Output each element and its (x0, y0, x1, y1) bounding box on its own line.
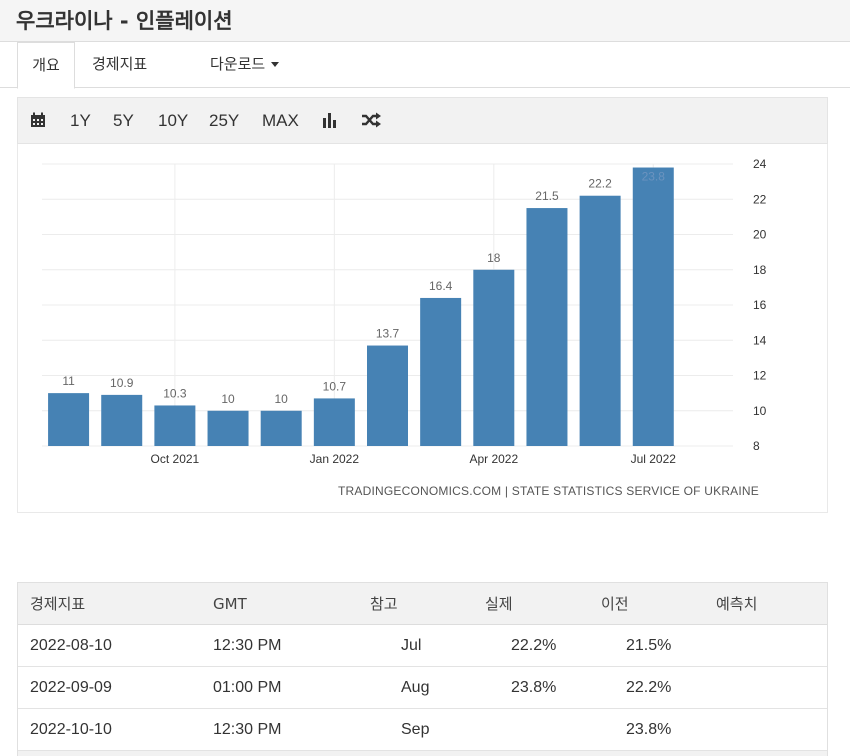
tab-label: 다운로드 (210, 55, 266, 73)
chart-source: TRADINGECONOMICS.COM | STATE STATISTICS … (338, 484, 759, 498)
table-header: 경제지표 GMT 참고 실제 이전 예측치 (18, 583, 827, 625)
row-time: 12:30 PM (213, 721, 282, 738)
row-actual: 22.2% (511, 637, 557, 654)
y-tick-label: 8 (753, 439, 760, 453)
chart-panel: 8 10 12 14 16 18 20 22 24 Oct 2021 Jan 2022 Apr 202… (17, 144, 828, 513)
chart-toolbar: 1Y 5Y 10Y 25Y MAX (17, 97, 828, 144)
range-1y-button[interactable]: 1Y (70, 98, 91, 143)
data-bar (207, 410, 249, 446)
caret-down-icon (271, 62, 280, 67)
x-tick-label: Oct 2021 (151, 452, 200, 466)
data-bar (632, 167, 674, 446)
row-date: 2022-09-09 (30, 679, 112, 696)
y-tick-label: 18 (753, 263, 767, 277)
row-time: 12:30 PM (213, 637, 282, 654)
row-reference: Jul (401, 637, 422, 654)
x-tick-label: Jul 2022 (631, 452, 677, 466)
data-bar (579, 195, 621, 446)
header-gmt: GMT (213, 595, 247, 613)
title-bar: 우크라이나 - 인플레이션 (0, 0, 850, 42)
data-label: 11 (62, 374, 75, 388)
page-title: 우크라이나 - 인플레이션 (16, 9, 233, 33)
data-bar (260, 410, 302, 446)
row-previous: 22.2% (626, 679, 672, 696)
header-actual: 실제 (485, 595, 513, 613)
tab-indicators[interactable]: 경제지표 (92, 42, 172, 88)
data-label: 10 (221, 392, 235, 406)
header-indicator: 경제지표 (30, 595, 86, 613)
tab-bar: 개요 경제지표 다운로드 (0, 42, 850, 89)
table-row: 2022-08-10 12:30 PM Jul 22.2% 21.5% (18, 625, 827, 667)
data-bar (367, 345, 408, 446)
y-tick-label: 24 (753, 157, 767, 171)
row-reference: Sep (401, 721, 430, 738)
data-label: 22.2 (588, 177, 612, 191)
header-previous: 이전 (601, 595, 629, 613)
tab-overview[interactable]: 개요 (17, 42, 75, 89)
row-actual: 23.8% (511, 679, 557, 696)
y-tick-label: 12 (753, 369, 767, 383)
range-max-button[interactable]: MAX (262, 98, 299, 143)
y-tick-label: 20 (753, 228, 767, 242)
header-reference: 참고 (370, 595, 398, 613)
data-label: 13.7 (376, 327, 400, 341)
data-bar (473, 269, 515, 446)
range-25y-button[interactable]: 25Y (209, 98, 239, 143)
tab-label: 경제지표 (92, 55, 148, 73)
y-tick-label: 22 (753, 192, 767, 206)
table-row: 2022-10-10 12:30 PM Sep 23.8% (18, 709, 827, 751)
data-label: 10.9 (110, 376, 134, 390)
row-date: 2022-10-10 (30, 721, 112, 738)
x-tick-label: Jan 2022 (310, 452, 360, 466)
row-date: 2022-08-10 (30, 637, 112, 654)
shuffle-icon[interactable] (361, 112, 381, 132)
row-previous: 23.8% (626, 721, 672, 738)
data-label: 23.8 (642, 170, 666, 184)
data-bar (526, 208, 568, 446)
data-label: 10.7 (323, 379, 347, 393)
row-previous: 21.5% (626, 637, 672, 654)
data-label: 10.3 (163, 386, 187, 400)
data-bar (154, 405, 196, 446)
tab-download[interactable]: 다운로드 (210, 42, 300, 88)
x-tick-label: Apr 2022 (469, 452, 518, 466)
range-5y-button[interactable]: 5Y (113, 98, 134, 143)
data-bar (420, 297, 462, 446)
header-forecast: 예측치 (716, 595, 758, 613)
y-tick-label: 16 (753, 298, 767, 312)
data-label: 18 (487, 251, 501, 265)
row-time: 01:00 PM (213, 679, 282, 696)
calendar-icon[interactable] (30, 112, 46, 132)
row-reference: Aug (401, 679, 430, 696)
y-tick-label: 14 (753, 333, 767, 347)
inflation-bar-chart: 8 10 12 14 16 18 20 22 24 Oct 2021 Jan 2022 Apr 202… (42, 157, 767, 466)
bar-chart-icon[interactable] (322, 112, 338, 132)
data-label: 10 (275, 392, 289, 406)
table-row: 2022-09-09 01:00 PM Aug 23.8% 22.2% (18, 667, 827, 709)
data-bar (313, 398, 355, 446)
data-bar (48, 393, 90, 446)
tab-label: 개요 (32, 56, 60, 74)
table-row-partial (18, 751, 827, 756)
data-bar (101, 394, 143, 446)
range-10y-button[interactable]: 10Y (158, 98, 188, 143)
calendar-table: 경제지표 GMT 참고 실제 이전 예측치 2022-08-10 12:30 P… (17, 582, 828, 756)
data-label: 16.4 (429, 279, 453, 293)
data-label: 21.5 (535, 189, 559, 203)
y-tick-label: 10 (753, 404, 767, 418)
